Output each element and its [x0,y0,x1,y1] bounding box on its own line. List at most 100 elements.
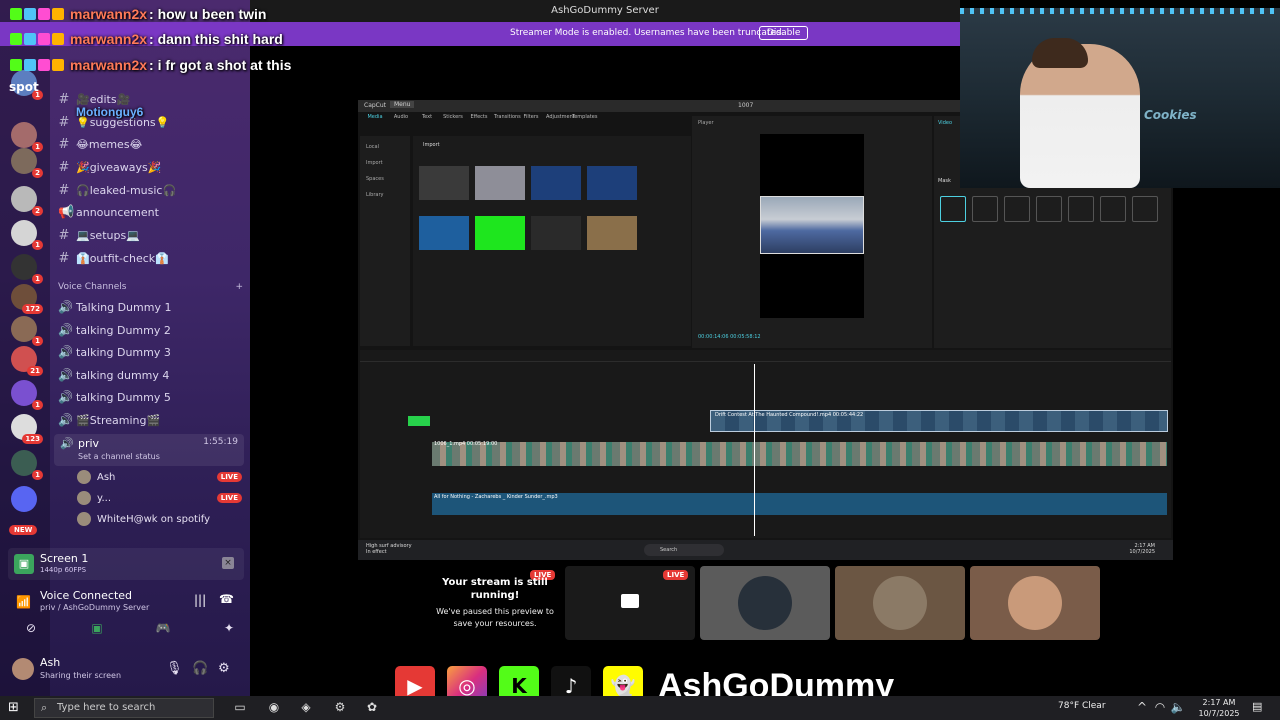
screen-share-icon[interactable]: ▣ [86,621,108,639]
player-preview[interactable] [760,134,864,318]
server-icon[interactable] [11,486,37,512]
settings-gear-icon[interactable]: ⚙ [218,661,230,676]
mask-option[interactable] [1036,196,1062,222]
capcut-tool-6[interactable]: Filters [520,114,542,132]
server-icon[interactable]: 1 [11,316,43,346]
text-channel[interactable]: # 😂memes😂 [58,134,243,154]
voice-channel[interactable]: 🔊 🎬Streaming🎬 [58,410,243,430]
capcut-side-item[interactable]: Spaces [366,176,384,182]
taskbar-search[interactable]: ⌕ Type here to search [34,698,214,718]
voice-connected-channel[interactable]: priv / AshGoDummy Server [40,603,149,612]
camera-off-icon[interactable]: ⊘ [20,621,42,639]
activity-icon[interactable]: 🎮 [152,621,174,639]
microphone-icon[interactable]: 🎙 [166,661,183,676]
server-icon[interactable]: 21 [11,346,43,376]
server-icon[interactable]: 1 [11,254,43,284]
capcut-tool-8[interactable]: Templates [572,114,597,132]
voice-user[interactable]: Ash LIVE [77,468,242,486]
windows-start-icon[interactable]: ⊞ [8,700,24,716]
mask-option[interactable] [1100,196,1126,222]
media-clip[interactable] [475,166,525,200]
taskbar-weather[interactable]: 78°F Clear [1058,701,1106,711]
server-icon[interactable]: 1 [11,380,43,410]
voice-channel[interactable]: 🔊 talking Dummy 3 [58,342,243,362]
timeline-ruler[interactable] [410,362,1170,374]
media-clip[interactable] [475,216,525,250]
capcut-side-item[interactable]: Import [366,160,383,166]
volume-icon[interactable]: 🔈 [1170,700,1186,716]
media-clip[interactable] [531,166,581,200]
voice-channel-priv[interactable]: 🔊 priv 1:55:19 Set a channel status [54,434,244,466]
server-icon[interactable]: 172 [11,284,43,314]
mask-option[interactable] [1132,196,1158,222]
text-channel[interactable]: # 💻setups💻 [58,225,243,245]
capcut-tool-2[interactable]: Text [416,114,438,132]
capcut-side-item[interactable]: Library [366,192,383,198]
voice-channel[interactable]: 🔊 talking Dummy 5 [58,387,243,407]
avatar[interactable] [12,658,34,680]
server-icon[interactable]: 1 [11,220,43,250]
settings-icon[interactable]: ⚙ [332,700,348,716]
voice-channels-header[interactable]: Voice Channels + [58,282,243,292]
text-channel[interactable]: # 🎧leaked-music🎧 [58,180,243,200]
mask-option[interactable] [1068,196,1094,222]
media-clip[interactable] [419,216,469,250]
add-channel-icon[interactable]: + [235,282,243,292]
capcut-tool-4[interactable]: Effects [468,114,490,132]
text-channel[interactable]: 📢 announcement [58,202,243,222]
mask-none-option[interactable] [940,196,966,222]
app-icon[interactable]: ◉ [266,700,282,716]
headphones-icon[interactable]: 🎧 [192,661,208,676]
participant-tile[interactable] [970,566,1100,640]
notification-icon[interactable]: ▤ [1252,700,1262,713]
disconnect-icon[interactable]: ☎ [219,592,234,606]
channel-status[interactable]: Set a channel status [78,452,160,461]
noise-suppression-icon[interactable]: ||| [194,593,206,607]
video-tab[interactable]: Video [938,120,952,126]
audio-clip[interactable]: All for Nothing - Zacharebs _ Kinder Sun… [432,493,1167,515]
participant-tile[interactable] [700,566,830,640]
main-clip[interactable]: 1006_1.mp4 00:05:19:00 [432,441,1167,466]
task-view-icon[interactable]: ▭ [232,700,248,716]
steam-icon[interactable]: ◈ [298,700,314,716]
voice-channel[interactable]: 🔊 Talking Dummy 1 [58,297,243,317]
overlay-clip[interactable]: Drift Contest At The Haunted Compound!.m… [710,410,1168,432]
voice-channel[interactable]: 🔊 talking Dummy 2 [58,320,243,340]
green-clip[interactable] [408,416,430,426]
media-clip[interactable] [531,216,581,250]
import-button[interactable]: Import [423,142,440,148]
capcut-tool-3[interactable]: Stickers [442,114,464,132]
stream-preview[interactable]: LIVE [565,566,695,640]
voice-user[interactable]: WhiteH@wk on spotify [77,510,242,528]
soundboard-icon[interactable]: ✦ [218,621,240,639]
text-channel[interactable]: # 🎉giveaways🎉 [58,157,243,177]
capcut-tool-0[interactable]: Media [364,114,386,132]
capcut-tool-5[interactable]: Transitions [494,114,521,132]
screen-share-panel[interactable]: ▣ Screen 1 1440p 60FPS × [8,548,244,580]
server-icon[interactable]: 123 [11,414,43,444]
server-icon[interactable]: 1 [11,450,43,480]
mask-option[interactable] [1004,196,1030,222]
media-clip[interactable] [587,166,637,200]
network-icon[interactable]: ◠ [1152,700,1168,716]
text-channel[interactable]: # 👔outfit-check👔 [58,248,243,268]
media-clip[interactable] [587,216,637,250]
server-icon[interactable]: 2 [11,148,43,178]
mask-option[interactable] [972,196,998,222]
media-clip[interactable] [419,166,469,200]
voice-channel[interactable]: 🔊 talking dummy 4 [58,365,243,385]
playhead[interactable] [754,364,755,536]
server-icon[interactable]: 2 [11,186,43,216]
capcut-tool-1[interactable]: Audio [390,114,412,132]
participant-tile[interactable] [835,566,965,640]
stop-share-icon[interactable]: × [222,557,234,569]
signal-icon[interactable]: 📶 [16,595,31,609]
capcut-side-item[interactable]: Local [366,144,379,150]
voice-user[interactable]: y... LIVE [77,489,242,507]
chevron-up-icon[interactable]: ^ [1134,700,1150,716]
copilot-icon[interactable]: ✿ [364,700,380,716]
server-icon[interactable]: 1 [11,122,43,152]
disable-button[interactable]: Disable [759,26,809,40]
capcut-tool-7[interactable]: Adjustment [546,114,575,132]
capcut-menu-button[interactable]: Menu [390,101,415,108]
